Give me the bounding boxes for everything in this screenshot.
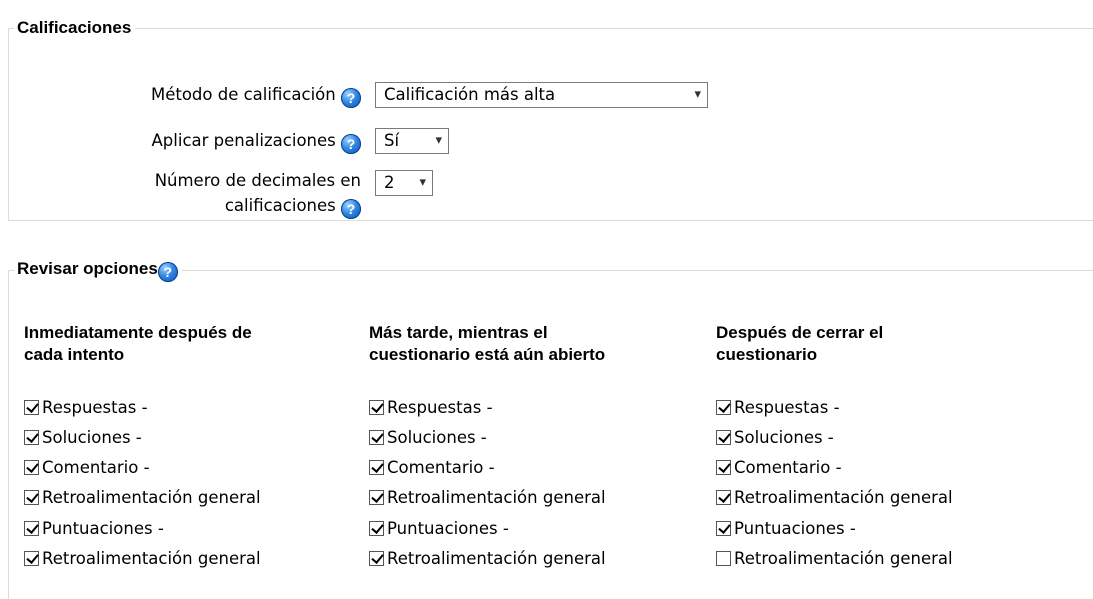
review-option-label: Retroalimentación general (387, 549, 606, 568)
review-option[interactable]: Retroalimentación general (369, 544, 606, 574)
penalties-label: Aplicar penalizaciones (151, 131, 336, 150)
review-option-label: Comentario - (387, 458, 495, 477)
decimals-label-line1: Número de decimales en (154, 171, 361, 190)
review-option[interactable]: Comentario - (369, 453, 495, 483)
review-option-label: Retroalimentación general (734, 549, 953, 568)
chevron-down-icon: ▾ (694, 87, 701, 102)
review-option-label: Retroalimentación general (42, 488, 261, 507)
grading-method-value: Calificación más alta (384, 85, 556, 104)
review-legend-text: Revisar opciones (17, 259, 158, 278)
review-option[interactable]: Comentario - (24, 453, 150, 483)
review-option[interactable]: Puntuaciones - (24, 514, 164, 544)
review-column-header: Después de cerrar el cuestionario (716, 322, 883, 366)
chevron-down-icon: ▾ (435, 133, 442, 148)
checkbox-icon[interactable] (716, 430, 731, 445)
review-option-label: Respuestas - (42, 398, 148, 417)
checkbox-icon[interactable] (24, 460, 39, 475)
checkbox-icon[interactable] (369, 400, 384, 415)
decimals-label-line2: calificaciones (224, 196, 336, 215)
help-icon[interactable]: ? (341, 134, 361, 154)
review-option-label: Soluciones - (387, 428, 487, 447)
review-option-label: Soluciones - (42, 428, 142, 447)
review-option-label: Puntuaciones - (734, 519, 856, 538)
review-options-fieldset: Revisar opciones? Inmediatamente después… (8, 259, 1093, 599)
review-option[interactable]: Retroalimentación general (24, 483, 261, 513)
penalties-select[interactable]: Sí ▾ (375, 128, 449, 154)
review-option[interactable]: Comentario - (716, 453, 842, 483)
review-option[interactable]: Soluciones - (716, 423, 834, 453)
checkbox-icon[interactable] (24, 490, 39, 505)
checkbox-icon[interactable] (369, 521, 384, 536)
review-option-label: Comentario - (42, 458, 150, 477)
checkbox-icon[interactable] (24, 521, 39, 536)
checkbox-icon[interactable] (716, 551, 731, 566)
review-column-header-line2: cuestionario (716, 345, 818, 364)
review-option-label: Retroalimentación general (387, 488, 606, 507)
review-option-label: Soluciones - (734, 428, 834, 447)
review-option[interactable]: Retroalimentación general (716, 483, 953, 513)
checkbox-icon[interactable] (716, 490, 731, 505)
help-icon[interactable]: ? (341, 88, 361, 108)
method-label: Método de calificación (150, 85, 336, 104)
grades-fieldset: Calificaciones Método de calificación ? … (8, 18, 1093, 221)
review-option[interactable]: Respuestas - (24, 393, 148, 423)
checkbox-icon[interactable] (716, 521, 731, 536)
review-option[interactable]: Retroalimentación general (24, 544, 261, 574)
review-column-header-line1: Después de cerrar el (716, 323, 884, 342)
review-column-header-line1: Más tarde, mientras el (369, 323, 548, 342)
review-option-label: Retroalimentación general (42, 549, 261, 568)
review-option[interactable]: Puntuaciones - (369, 514, 509, 544)
checkbox-icon[interactable] (24, 430, 39, 445)
review-option-label: Retroalimentación general (734, 488, 953, 507)
review-column-header-line1: Inmediatamente después de (24, 323, 252, 342)
checkbox-icon[interactable] (369, 460, 384, 475)
review-option-label: Comentario - (734, 458, 842, 477)
review-option[interactable]: Retroalimentación general (716, 544, 953, 574)
grades-legend: Calificaciones (17, 18, 132, 37)
review-option-label: Puntuaciones - (42, 519, 164, 538)
review-option[interactable]: Soluciones - (24, 423, 142, 453)
review-option-label: Respuestas - (387, 398, 493, 417)
checkbox-icon[interactable] (369, 551, 384, 566)
review-column-header-line2: cuestionario está aún abierto (369, 345, 606, 364)
review-option-label: Puntuaciones - (387, 519, 509, 538)
checkbox-icon[interactable] (716, 460, 731, 475)
checkbox-icon[interactable] (24, 551, 39, 566)
review-option[interactable]: Puntuaciones - (716, 514, 856, 544)
review-option[interactable]: Soluciones - (369, 423, 487, 453)
review-option[interactable]: Retroalimentación general (369, 483, 606, 513)
review-legend: Revisar opciones? (14, 259, 182, 282)
grading-method-select[interactable]: Calificación más alta ▾ (375, 82, 708, 108)
review-column-header: Inmediatamente después de cada intento (24, 322, 252, 366)
review-column-header: Más tarde, mientras el cuestionario está … (369, 322, 605, 366)
checkbox-icon[interactable] (716, 400, 731, 415)
checkbox-icon[interactable] (369, 430, 384, 445)
checkbox-icon[interactable] (369, 490, 384, 505)
review-column-header-line2: cada intento (24, 345, 125, 364)
review-option-label: Respuestas - (734, 398, 840, 417)
penalties-value: Sí (384, 131, 400, 150)
review-option[interactable]: Respuestas - (369, 393, 493, 423)
review-option[interactable]: Respuestas - (716, 393, 840, 423)
decimals-value: 2 (384, 173, 395, 192)
decimals-select[interactable]: 2 ▾ (375, 170, 433, 196)
help-icon[interactable]: ? (157, 262, 178, 282)
chevron-down-icon: ▾ (419, 175, 426, 190)
help-icon[interactable]: ? (341, 199, 361, 219)
checkbox-icon[interactable] (24, 400, 39, 415)
